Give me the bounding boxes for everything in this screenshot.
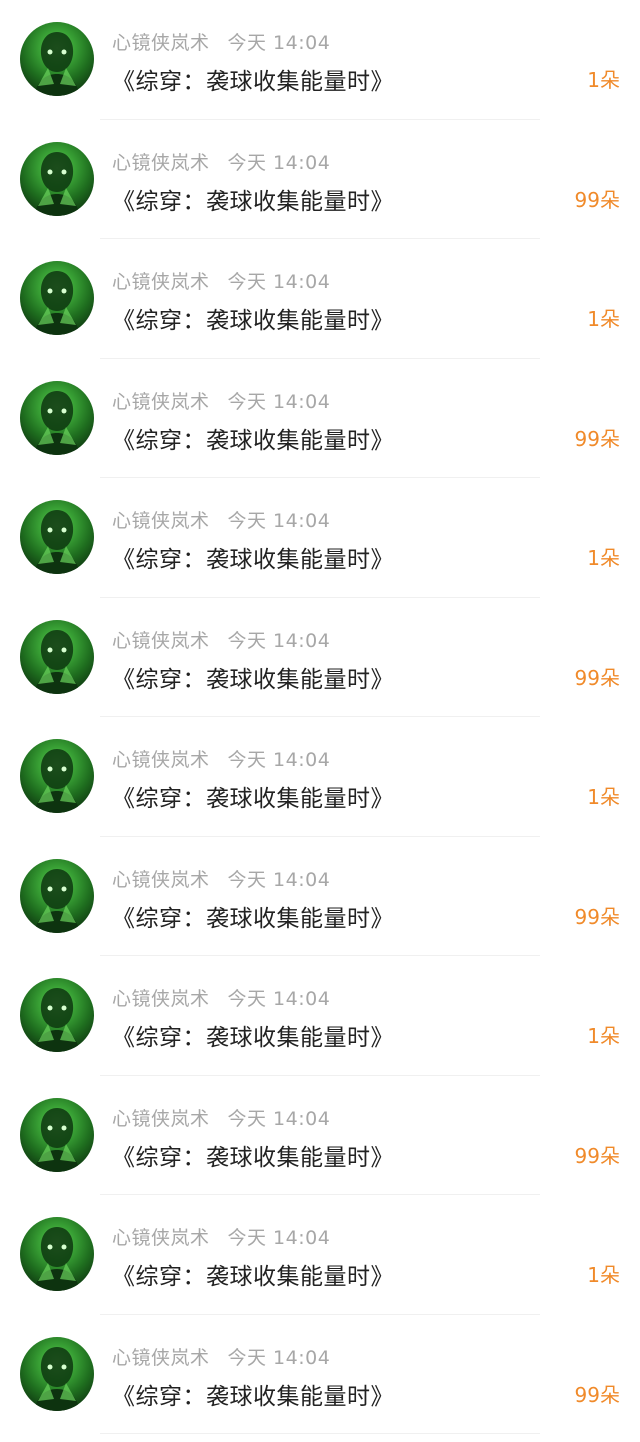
list-item[interactable]: 心镜侠岚术 今天 14:04 《综穿：袭球收集能量时》 1朵 — [0, 239, 640, 359]
username[interactable]: 心镜侠岚术 — [112, 1227, 210, 1249]
timestamp: 今天 14:04 — [227, 1227, 331, 1249]
timestamp: 今天 14:04 — [227, 32, 331, 54]
avatar[interactable] — [20, 619, 94, 694]
avatar[interactable] — [20, 500, 94, 574]
gift-count: 99朵 — [574, 1143, 620, 1168]
timestamp: 今天 14:04 — [227, 629, 331, 652]
user-avatar-icon — [34, 510, 80, 574]
message-meta: 心镜侠岚术 今天 14:04 — [112, 387, 330, 414]
list-item[interactable]: 心镜侠岚术 今天 14:04 《综穿：袭球收集能量时》 99朵 — [0, 120, 640, 240]
list-item[interactable]: 心镜侠岚术 今天 14:04 《综穿：袭球收集能量时》 99朵 — [0, 1076, 640, 1196]
gift-count: 1朵 — [587, 1024, 620, 1048]
book-title[interactable]: 《综穿：袭球收集能量时》 — [112, 182, 394, 216]
gift-count: 1朵 — [587, 1263, 620, 1287]
avatar[interactable] — [20, 141, 94, 216]
book-title[interactable]: 《综穿：袭球收集能量时》 — [112, 1377, 394, 1411]
gift-count: 99朵 — [574, 187, 620, 212]
avatar[interactable] — [20, 261, 94, 335]
user-avatar-icon — [34, 151, 80, 216]
avatar[interactable] — [20, 380, 94, 455]
book-title[interactable]: 《综穿：袭球收集能量时》 — [112, 1138, 394, 1172]
message-meta: 心镜侠岚术 今天 14:04 — [112, 506, 330, 533]
user-avatar-icon — [34, 1107, 80, 1172]
timestamp: 今天 14:04 — [227, 510, 331, 532]
message-meta: 心镜侠岚术 今天 14:04 — [112, 267, 330, 294]
book-title[interactable]: 《综穿：袭球收集能量时》 — [112, 421, 394, 455]
book-title[interactable]: 《综穿：袭球收集能量时》 — [112, 660, 394, 694]
gift-message-list: 心镜侠岚术 今天 14:04 《综穿：袭球收集能量时》 1朵 心镜侠岚术 今天 14… — [0, 0, 640, 1442]
avatar[interactable] — [20, 22, 94, 96]
timestamp: 今天 14:04 — [227, 1346, 331, 1369]
list-item[interactable]: 心镜侠岚术 今天 14:04 《综穿：袭球收集能量时》 99朵 — [0, 837, 640, 957]
gift-count: 1朵 — [587, 546, 620, 570]
list-item[interactable]: 心镜侠岚术 今天 14:04 《综穿：袭球收集能量时》 1朵 — [0, 717, 640, 837]
user-avatar-icon — [34, 32, 80, 96]
user-avatar-icon — [34, 271, 80, 335]
book-title[interactable]: 《综穿：袭球收集能量时》 — [112, 1257, 394, 1291]
gift-count: 1朵 — [587, 68, 620, 92]
user-avatar-icon — [34, 988, 80, 1052]
avatar[interactable] — [20, 1097, 94, 1172]
list-item[interactable]: 心镜侠岚术 今天 14:04 《综穿：袭球收集能量时》 1朵 — [0, 956, 640, 1076]
user-avatar-icon — [34, 1346, 80, 1411]
book-title[interactable]: 《综穿：袭球收集能量时》 — [112, 1018, 394, 1052]
message-meta: 心镜侠岚术 今天 14:04 — [112, 148, 330, 175]
timestamp: 今天 14:04 — [227, 1107, 331, 1130]
message-meta: 心镜侠岚术 今天 14:04 — [112, 984, 330, 1011]
message-meta: 心镜侠岚术 今天 14:04 — [112, 28, 330, 55]
avatar[interactable] — [20, 1217, 94, 1291]
gift-count: 99朵 — [574, 1382, 620, 1407]
list-item[interactable]: 心镜侠岚术 今天 14:04 《综穿：袭球收集能量时》 1朵 — [0, 478, 640, 598]
username[interactable]: 心镜侠岚术 — [112, 1108, 210, 1130]
message-meta: 心镜侠岚术 今天 14:04 — [112, 1223, 330, 1250]
message-meta: 心镜侠岚术 今天 14:04 — [112, 626, 330, 653]
user-avatar-icon — [34, 1227, 80, 1291]
avatar[interactable] — [20, 858, 94, 933]
message-meta: 心镜侠岚术 今天 14:04 — [112, 745, 330, 772]
username[interactable]: 心镜侠岚术 — [112, 510, 210, 532]
book-title[interactable]: 《综穿：袭球收集能量时》 — [112, 301, 394, 335]
username[interactable]: 心镜侠岚术 — [112, 391, 210, 413]
user-avatar-icon — [34, 749, 80, 813]
book-title[interactable]: 《综穿：袭球收集能量时》 — [112, 899, 394, 933]
book-title[interactable]: 《综穿：袭球收集能量时》 — [112, 62, 394, 96]
user-avatar-icon — [34, 390, 80, 455]
username[interactable]: 心镜侠岚术 — [112, 152, 210, 174]
gift-count: 99朵 — [574, 904, 620, 929]
list-item[interactable]: 心镜侠岚术 今天 14:04 《综穿：袭球收集能量时》 1朵 — [0, 1195, 640, 1315]
username[interactable]: 心镜侠岚术 — [112, 749, 210, 771]
list-item[interactable]: 心镜侠岚术 今天 14:04 《综穿：袭球收集能量时》 99朵 — [0, 1315, 640, 1435]
gift-count: 1朵 — [587, 307, 620, 331]
username[interactable]: 心镜侠岚术 — [112, 869, 210, 891]
timestamp: 今天 14:04 — [227, 271, 331, 293]
user-avatar-icon — [34, 629, 80, 694]
gift-count: 1朵 — [587, 785, 620, 809]
username[interactable]: 心镜侠岚术 — [112, 1347, 210, 1369]
list-item[interactable]: 心镜侠岚术 今天 14:04 《综穿：袭球收集能量时》 99朵 — [0, 359, 640, 479]
book-title[interactable]: 《综穿：袭球收集能量时》 — [112, 779, 394, 813]
timestamp: 今天 14:04 — [227, 749, 331, 771]
timestamp: 今天 14:04 — [227, 988, 331, 1010]
gift-count: 99朵 — [574, 426, 620, 451]
book-title[interactable]: 《综穿：袭球收集能量时》 — [112, 540, 394, 574]
timestamp: 今天 14:04 — [227, 151, 331, 174]
timestamp: 今天 14:04 — [227, 868, 331, 891]
timestamp: 今天 14:04 — [227, 390, 331, 413]
message-meta: 心镜侠岚术 今天 14:04 — [112, 1104, 330, 1131]
message-meta: 心镜侠岚术 今天 14:04 — [112, 1343, 330, 1370]
username[interactable]: 心镜侠岚术 — [112, 271, 210, 293]
avatar[interactable] — [20, 739, 94, 813]
list-item[interactable]: 心镜侠岚术 今天 14:04 《综穿：袭球收集能量时》 1朵 — [0, 0, 640, 120]
gift-count: 99朵 — [574, 665, 620, 690]
list-item[interactable]: 心镜侠岚术 今天 14:04 《综穿：袭球收集能量时》 99朵 — [0, 598, 640, 718]
username[interactable]: 心镜侠岚术 — [112, 630, 210, 652]
avatar[interactable] — [20, 1336, 94, 1411]
user-avatar-icon — [34, 868, 80, 933]
username[interactable]: 心镜侠岚术 — [112, 988, 210, 1010]
message-meta: 心镜侠岚术 今天 14:04 — [112, 865, 330, 892]
username[interactable]: 心镜侠岚术 — [112, 32, 210, 54]
avatar[interactable] — [20, 978, 94, 1052]
